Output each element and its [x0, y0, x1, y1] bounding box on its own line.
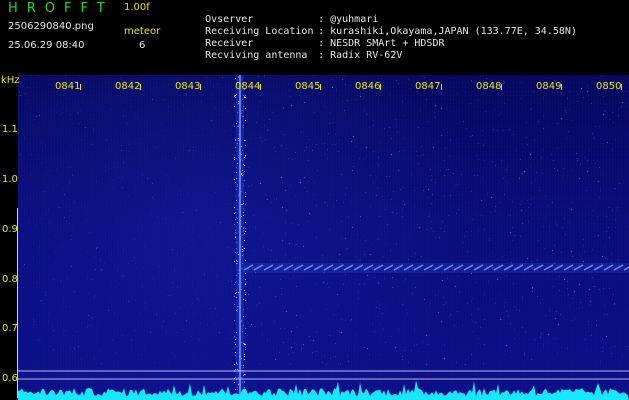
- time-tick-mark: [441, 84, 442, 90]
- time-tick-mark: [80, 84, 81, 90]
- time-tick-label: 0849: [536, 81, 562, 92]
- time-tick-mark: [140, 84, 141, 90]
- time-tick-label: 0842: [115, 81, 141, 92]
- time-tick-mark: [320, 84, 321, 90]
- noise-layer: [18, 75, 629, 398]
- noise-floor: [18, 380, 629, 400]
- y-tick-label: 0.9: [2, 224, 18, 235]
- time-tick-mark: [260, 84, 261, 90]
- info-key: Recviving antenna: [205, 50, 308, 61]
- time-tick-label: 0847: [415, 81, 441, 92]
- y-tick-label: 0.8: [2, 274, 18, 285]
- time-tick-mark: [501, 84, 502, 90]
- time-tick-label: 0841: [55, 81, 81, 92]
- time-tick-mark: [380, 84, 381, 90]
- spectrogram-svg: [18, 75, 629, 400]
- time-tick-mark: [561, 84, 562, 90]
- time-tick-label: 0844: [235, 81, 261, 92]
- date-time: 25.06.29 08:40: [8, 40, 85, 51]
- time-tick-label: 0845: [295, 81, 321, 92]
- info-row-antenna: Recviving antenna: Radix RV-62V: [181, 39, 402, 72]
- axis-unit-label: kHz: [1, 75, 20, 86]
- meteor-count-value: 6: [139, 40, 146, 51]
- header-panel: HROFFT 1.00f 2506290840.png 25.06.29 08:…: [0, 0, 629, 72]
- file-name: 2506290840.png: [8, 21, 94, 32]
- broadband-burst-line: [239, 75, 241, 400]
- time-tick-label: 0848: [476, 81, 502, 92]
- time-tick-label: 0843: [175, 81, 201, 92]
- time-tick-mark: [621, 84, 622, 90]
- y-tick-label: 0.6: [2, 373, 18, 384]
- info-value: Radix RV-62V: [330, 50, 403, 61]
- spectrogram-plot: [18, 75, 629, 400]
- left-scale-bar: [17, 208, 18, 398]
- meteor-count-label: meteor: [124, 26, 161, 37]
- y-tick-label: 1.1: [2, 124, 18, 135]
- time-tick-mark: [200, 84, 201, 90]
- carrier-trace: [243, 263, 629, 273]
- time-tick-label: 0850: [596, 81, 622, 92]
- app-version: 1.00f: [124, 2, 150, 13]
- app-name: HROFFT: [8, 1, 114, 16]
- time-tick-label: 0846: [355, 81, 381, 92]
- info-separator: :: [318, 50, 325, 61]
- y-tick-label: 1.0: [2, 174, 18, 185]
- y-tick-label: 0.7: [2, 323, 18, 334]
